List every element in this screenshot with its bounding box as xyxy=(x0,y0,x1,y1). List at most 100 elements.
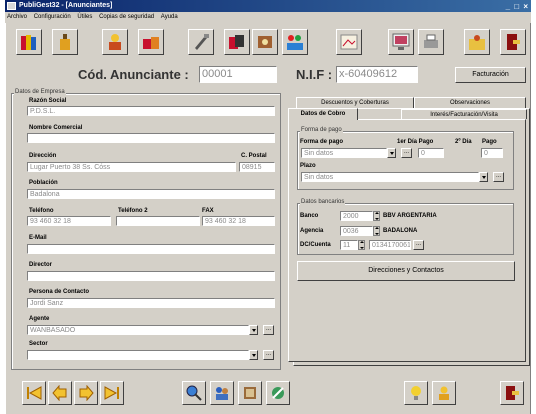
cards-button[interactable] xyxy=(224,29,250,55)
dc-input[interactable]: 11 xyxy=(340,240,358,250)
telefono2-label: Teléfono 2 xyxy=(118,208,148,214)
exit-button[interactable] xyxy=(500,29,526,55)
last-record-button[interactable] xyxy=(100,381,124,405)
director-label: Director xyxy=(29,262,53,268)
book-icon xyxy=(244,387,256,399)
app-icon xyxy=(7,2,16,10)
person-folder-button[interactable] xyxy=(464,29,490,55)
person-gold-button[interactable] xyxy=(432,381,456,405)
cuenta-browse-button[interactable]: ... xyxy=(413,240,424,250)
tools-button[interactable] xyxy=(188,29,214,55)
tab-interes[interactable]: Interés/Facturación/Visita xyxy=(401,109,527,119)
picture-button[interactable] xyxy=(336,29,362,55)
people-button[interactable] xyxy=(210,381,234,405)
plazo-dropdown-button[interactable] xyxy=(479,172,488,182)
cpostal-label: C. Postal xyxy=(241,153,267,159)
poblacion-input[interactable]: Badalona xyxy=(27,189,275,199)
forma-pago-label: Forma de pago xyxy=(300,139,344,145)
email-input[interactable] xyxy=(27,244,275,254)
sector-select[interactable] xyxy=(27,350,249,360)
first-record-button[interactable] xyxy=(22,381,46,405)
plazo-browse-button[interactable]: ... xyxy=(493,172,504,182)
person-icon xyxy=(109,34,121,50)
fax-input[interactable]: 93 460 32 18 xyxy=(202,216,275,226)
tools-icon xyxy=(195,34,209,50)
primer-dia-input[interactable]: 0 xyxy=(418,148,444,158)
app-window: Cód. Anunciante : 00001 N.I.F : x-604096… xyxy=(5,23,531,414)
plazo-label: Plazo xyxy=(300,163,316,169)
agencia-input[interactable]: 0036 xyxy=(340,226,373,236)
next-icon xyxy=(79,385,94,401)
director-input[interactable] xyxy=(27,271,275,281)
empresa-group-title: Datos de Empresa xyxy=(14,89,66,95)
bulb-button[interactable] xyxy=(404,381,428,405)
direcciones-contactos-button[interactable]: Direcciones y Contactos xyxy=(297,261,515,281)
bottle-button[interactable] xyxy=(52,29,78,55)
agencia-label: Agencia xyxy=(300,228,324,234)
agencia-spinner[interactable] xyxy=(373,226,380,236)
fax-label: FAX xyxy=(202,208,214,214)
prev-icon xyxy=(52,385,67,401)
banco-name: BBV ARGENTARIA xyxy=(383,213,437,219)
books-button[interactable] xyxy=(16,29,42,55)
people-icon xyxy=(216,387,228,400)
search-icon xyxy=(186,385,202,401)
tab-observaciones[interactable]: Observaciones xyxy=(414,97,526,108)
bottom-toolbar xyxy=(6,376,530,412)
persona-contacto-input[interactable]: Jordi Sanz xyxy=(27,298,275,308)
puzzle-button[interactable] xyxy=(252,29,278,55)
direccion-input[interactable]: Lugar Puerto 38 Ss. Cóss xyxy=(27,162,236,172)
pago-input[interactable]: 0 xyxy=(481,148,503,158)
person-folder-icon xyxy=(469,35,485,50)
prev-record-button[interactable] xyxy=(48,381,72,405)
title-bar: PubliGest32 - [Anunciantes] _ □ × xyxy=(5,0,531,12)
menu-utiles[interactable]: Útiles xyxy=(77,14,92,20)
forma-pago-dropdown-button[interactable] xyxy=(387,148,396,158)
nif-label: N.I.F : xyxy=(296,67,333,82)
menu-copias[interactable]: Copias de seguridad xyxy=(99,14,154,20)
tab-cobro[interactable]: Datos de Cobro xyxy=(288,108,358,120)
nombre-comercial-input[interactable] xyxy=(27,133,275,143)
books-icon xyxy=(21,35,36,50)
telefono-input[interactable]: 93 460 32 18 xyxy=(27,216,111,226)
printer-button[interactable] xyxy=(418,29,444,55)
cod-anunciante-input[interactable]: 00001 xyxy=(199,66,277,83)
cuenta-input[interactable]: 0134170061 xyxy=(369,240,411,250)
book-button[interactable] xyxy=(238,381,262,405)
agente-dropdown-button[interactable] xyxy=(249,325,258,335)
exit-door-icon xyxy=(506,386,519,400)
sector-browse-button[interactable]: ... xyxy=(263,350,274,360)
razon-social-input[interactable]: P.D.S.L. xyxy=(27,106,275,116)
settings-button[interactable] xyxy=(266,381,290,405)
exit-bottom-button[interactable] xyxy=(500,381,524,405)
banco-spinner[interactable] xyxy=(373,211,380,221)
banco-input[interactable]: 2000 xyxy=(340,211,373,221)
menu-configuracion[interactable]: Configuración xyxy=(34,14,71,20)
menu-ayuda[interactable]: Ayuda xyxy=(161,14,178,20)
picture-icon xyxy=(340,34,358,50)
monitor-button[interactable] xyxy=(388,29,414,55)
agente-browse-button[interactable]: ... xyxy=(263,325,274,335)
telefono2-input[interactable] xyxy=(116,216,200,226)
exit-door-icon xyxy=(507,34,520,50)
banco-group-title: Datos bancarios xyxy=(300,199,346,205)
forma-pago-browse-button[interactable]: ... xyxy=(401,148,412,158)
nif-input[interactable]: x-60409612 xyxy=(336,66,418,83)
monitor-icon xyxy=(392,33,410,50)
gifts-button[interactable] xyxy=(138,29,164,55)
tab-descuentos[interactable]: Descuentos y Coberturas xyxy=(296,97,414,108)
cpostal-input[interactable]: 08915 xyxy=(239,162,275,172)
paint-button[interactable] xyxy=(282,29,308,55)
dc-spinner[interactable] xyxy=(358,240,365,250)
plazo-select[interactable]: Sin datos xyxy=(301,172,479,182)
person-button[interactable] xyxy=(102,29,128,55)
facturacion-button[interactable]: Facturación xyxy=(455,67,526,83)
search-button[interactable] xyxy=(182,381,206,405)
agente-select[interactable]: WANBASADO xyxy=(27,325,249,335)
forma-pago-select[interactable]: Sin datos xyxy=(301,148,387,158)
gifts-icon xyxy=(143,37,159,49)
menu-archivo[interactable]: Archivo xyxy=(7,14,27,20)
agencia-name: BADALONA xyxy=(383,228,418,234)
next-record-button[interactable] xyxy=(74,381,98,405)
sector-dropdown-button[interactable] xyxy=(249,350,258,360)
